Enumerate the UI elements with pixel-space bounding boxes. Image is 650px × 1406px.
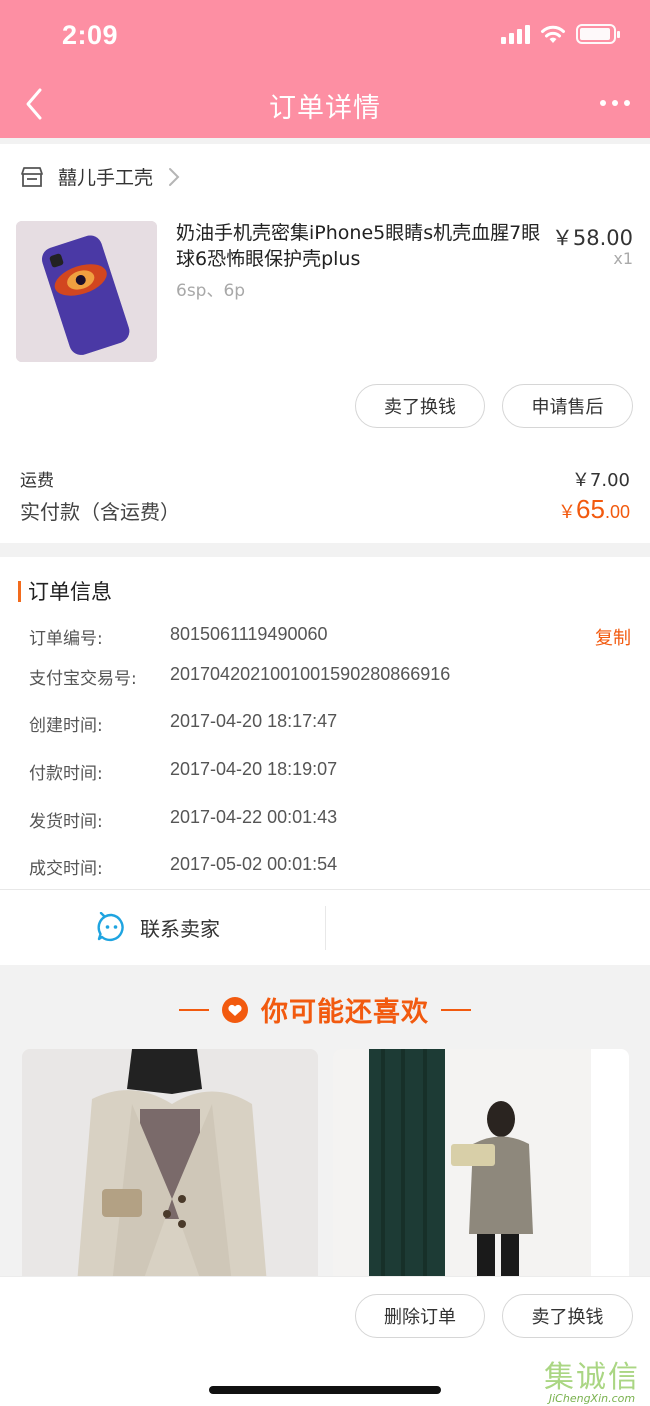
right-arrow-line [441, 1008, 471, 1011]
sell-for-cash-button[interactable]: 卖了换钱 [355, 384, 485, 428]
info-value: 2017042021001001590280866916 [170, 664, 451, 684]
paid-label: 实付款（含运费） [20, 500, 180, 524]
wifi-icon [541, 25, 565, 43]
bottom-sell-for-cash-button[interactable]: 卖了换钱 [502, 1294, 633, 1338]
product-spec: 6sp、6p [176, 281, 246, 301]
store-link[interactable]: 囍儿手工壳 [20, 163, 181, 190]
left-arrow-line [179, 1008, 209, 1011]
info-key: 成交时间: [29, 859, 103, 879]
product-quantity: x1 [613, 249, 633, 268]
copy-order-number-link[interactable]: 复制 [595, 624, 631, 650]
chevron-right-icon [169, 167, 180, 186]
info-value: 2017-04-20 18:17:47 [170, 711, 338, 731]
info-value: 2017-05-02 00:01:54 [170, 854, 338, 874]
after-sale-button[interactable]: 申请售后 [502, 384, 633, 428]
store-name: 囍儿手工壳 [58, 167, 154, 189]
contact-seller-label: 联系卖家 [140, 916, 220, 941]
paid-currency: ￥ [558, 502, 577, 522]
info-value: 2017-04-20 18:19:07 [170, 759, 338, 779]
phone-case-illustration [16, 221, 157, 362]
recommend-item-card[interactable] [333, 1049, 629, 1284]
recommend-heading: 你可能还喜欢 [0, 990, 650, 1029]
info-key: 创建时间: [29, 716, 103, 736]
heart-icon [222, 996, 248, 1023]
header-bar: 2:09 订单详情 [0, 0, 650, 138]
order-info-title: 订单信息 [28, 580, 112, 604]
home-indicator[interactable] [209, 1386, 441, 1394]
contact-bar: 联系卖家 [0, 889, 650, 965]
info-key: 付款时间: [29, 764, 103, 784]
section-accent-bar [18, 580, 21, 602]
blazer-photo [22, 1049, 318, 1284]
info-key: 订单编号: [29, 629, 103, 649]
product-price: ￥58.00 [551, 226, 633, 250]
store-icon [21, 166, 43, 187]
contact-seller-button[interactable]: 联系卖家 [96, 912, 220, 942]
info-value: 8015061119490060 [170, 624, 328, 644]
signal-icon [501, 24, 530, 44]
divider [325, 906, 326, 950]
watermark-text: 集诚信 [544, 1360, 640, 1395]
order-info-heading: 订单信息 [18, 576, 112, 606]
delete-order-button[interactable]: 删除订单 [355, 1294, 485, 1338]
paid-decimal: .00 [604, 502, 630, 522]
paid-integer: 65 [576, 494, 605, 524]
recommend-item-card[interactable] [22, 1049, 318, 1284]
info-key: 发货时间: [29, 812, 103, 832]
page-title: 订单详情 [269, 93, 381, 124]
watermark-logo: 集诚信 JiChengXin.com [544, 1352, 640, 1405]
shipping-value: ￥7.00 [571, 470, 630, 491]
product-image[interactable] [16, 221, 157, 362]
shipping-label: 运费 [20, 471, 54, 491]
info-key: 支付宝交易号: [29, 669, 137, 689]
info-value: 2017-04-22 00:01:43 [170, 807, 338, 827]
battery-icon [576, 24, 620, 44]
status-icons [501, 24, 620, 44]
status-time: 2:09 [62, 20, 119, 50]
reading-woman-photo [333, 1049, 629, 1284]
more-menu-icon[interactable] [600, 100, 630, 106]
product-title[interactable]: 奶油手机壳密集iPhone5眼睛s机壳血腥7眼球6恐怖眼保护壳plus [176, 220, 546, 272]
recommend-title: 你可能还喜欢 [261, 997, 429, 1028]
paid-amount: ￥65.00 [558, 494, 630, 525]
chat-bubble-icon [97, 912, 124, 942]
